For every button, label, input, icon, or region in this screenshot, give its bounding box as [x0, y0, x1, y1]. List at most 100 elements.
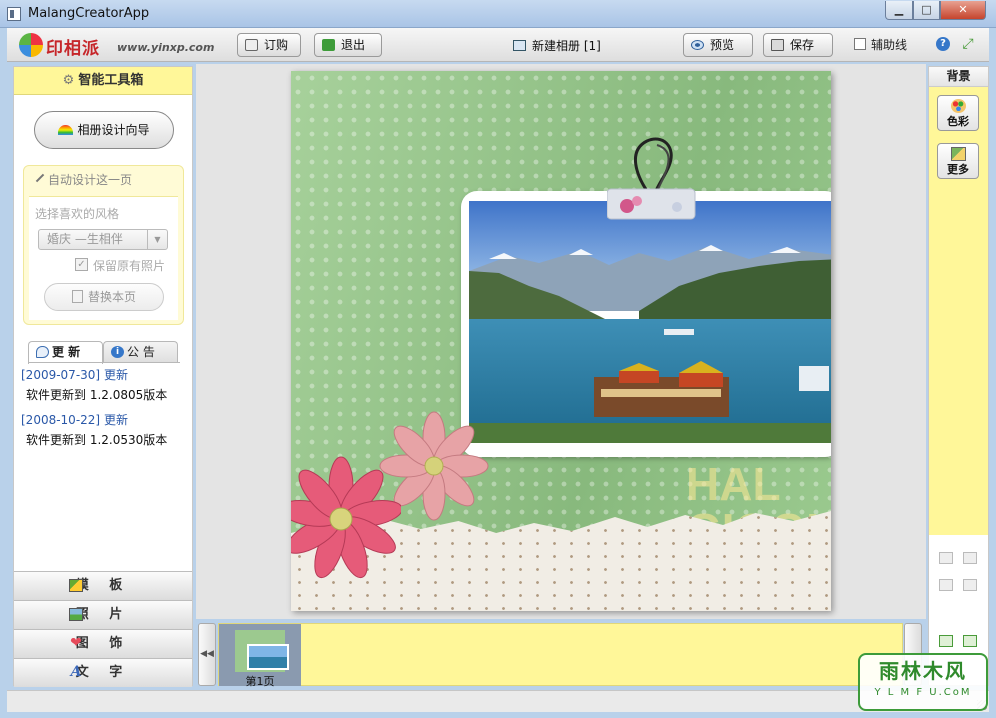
brand-url: www.yinxp.com	[117, 41, 215, 54]
page-thumbnail-label: 第1页	[245, 675, 275, 688]
background-more-label: 更多	[947, 163, 969, 176]
preview-button-label: 预览	[710, 38, 735, 52]
auto-design-title-text: 自动设计这一页	[48, 173, 133, 187]
maximize-button[interactable]: □	[913, 1, 940, 20]
news-text: 软件更新到 1.2.0805版本	[26, 388, 168, 402]
toolbox-header: ⚙ 智能工具箱	[14, 67, 192, 95]
replace-page-label: 替换本页	[87, 290, 136, 304]
save-button-label: 保存	[790, 38, 815, 52]
app-icon	[7, 7, 21, 21]
watermark-line-1: HAL	[686, 458, 781, 510]
nav-text-label: 文 字	[75, 665, 131, 680]
news-item[interactable]: [2009-07-30] 更新	[21, 365, 191, 385]
page-thumbnail-strip: 第1页	[218, 623, 903, 688]
document-icon	[71, 290, 83, 303]
layer-up-icon[interactable]	[939, 552, 953, 564]
logo-mark-icon	[19, 33, 43, 57]
order-button[interactable]: 订购	[237, 33, 301, 57]
design-wizard-label: 相册设计向导	[77, 123, 150, 137]
nav-photo[interactable]: 照 片	[14, 600, 192, 629]
tab-update-label: 更 新	[52, 345, 81, 359]
exit-icon	[322, 39, 335, 51]
design-workspace: HAL GIGGLES	[196, 64, 926, 619]
window-title: MalangCreatorApp	[28, 6, 150, 21]
album-title: 新建相册 [1]	[513, 37, 601, 54]
news-text: 软件更新到 1.2.0530版本	[26, 433, 168, 447]
binder-clip-decoration[interactable]	[607, 131, 697, 221]
rainbow-icon	[58, 125, 74, 135]
photo-icon	[69, 608, 83, 621]
news-tag[interactable]: 更新	[104, 413, 128, 427]
style-select-value: 婚庆 —生相伴	[47, 232, 123, 246]
red-flower-large-decoration[interactable]	[291, 451, 401, 581]
design-wizard-button[interactable]: 相册设计向导	[34, 111, 174, 149]
news-date[interactable]: [2008-10-22]	[21, 413, 100, 427]
auto-design-body: 选择喜欢的风格 婚庆 —生相伴 ▼ ✓ 保留原有照片 替换本页	[29, 196, 178, 320]
tab-notice-label: 公 告	[127, 345, 155, 359]
image-icon	[951, 147, 966, 161]
nav-decor-label: 图 饰	[75, 636, 131, 651]
add-page-icon[interactable]	[939, 635, 953, 647]
exit-button[interactable]: 退出	[314, 33, 382, 57]
corner-watermark-name: 雨林木风	[879, 659, 967, 683]
nav-template[interactable]: 模 板	[14, 571, 192, 600]
delete-page-icon[interactable]	[963, 635, 977, 647]
info-tabs: 更 新 i 公 告	[28, 341, 180, 364]
lake-photo-image	[469, 201, 831, 443]
copy-icon[interactable]	[963, 579, 977, 591]
save-icon	[771, 39, 784, 51]
background-color-label: 色彩	[947, 115, 969, 128]
eraser-icon[interactable]	[939, 579, 953, 591]
background-panel: 背景 色彩 更多	[928, 66, 989, 686]
toolbox-panel: ⚙ 智能工具箱 相册设计向导 自动设计这一页 选择喜欢的风格 婚庆 —生相伴 ▼ …	[13, 66, 193, 687]
tab-update[interactable]: 更 新	[28, 341, 103, 364]
background-more-button[interactable]: 更多	[937, 143, 979, 179]
status-bar	[7, 690, 989, 712]
brand-logo[interactable]: 印相派	[19, 32, 119, 59]
news-list: [2009-07-30] 更新 软件更新到 1.2.0805版本 [2008-1…	[21, 365, 191, 455]
photo-frame[interactable]	[461, 191, 831, 457]
strip-scroll-left-button[interactable]: ◀◀	[198, 623, 216, 686]
corner-watermark-logo: 雨林木风 Y L M F U.CoM	[858, 653, 988, 711]
tab-divider	[28, 362, 180, 363]
album-page[interactable]: HAL GIGGLES	[291, 71, 831, 611]
layer-down-icon[interactable]	[963, 552, 977, 564]
background-color-button[interactable]: 色彩	[937, 95, 979, 131]
album-book-icon	[513, 40, 526, 51]
main-toolbar: 印相派 www.yinxp.com 订购 退出 新建相册 [1] 预览 保存 辅…	[7, 28, 989, 62]
palette-icon	[951, 99, 966, 113]
page-thumbnail[interactable]: 第1页	[219, 624, 301, 688]
guides-checkbox[interactable]	[854, 38, 866, 50]
corner-watermark-url: Y L M F U.CoM	[874, 687, 972, 698]
gear-icon: ⚙	[62, 73, 75, 88]
nav-text[interactable]: A 文 字	[14, 658, 192, 687]
heart-icon: ❤	[70, 635, 82, 651]
nav-photo-label: 照 片	[75, 607, 131, 622]
style-select[interactable]: 婚庆 —生相伴 ▼	[38, 229, 168, 250]
save-button[interactable]: 保存	[763, 33, 833, 57]
auto-design-title: 自动设计这一页	[24, 166, 183, 194]
category-nav: 模 板 照 片 ❤ 图 饰 A 文 字	[14, 571, 192, 687]
nav-template-label: 模 板	[75, 578, 131, 593]
replace-page-button[interactable]: 替换本页	[44, 283, 164, 311]
tab-notice[interactable]: i 公 告	[103, 341, 178, 363]
preview-button[interactable]: 预览	[683, 33, 753, 57]
order-button-label: 订购	[264, 38, 289, 52]
guides-label: 辅助线	[871, 38, 908, 52]
close-button[interactable]: ✕	[940, 1, 986, 20]
lake-photo[interactable]	[469, 201, 831, 443]
help-icon[interactable]: ?	[936, 37, 950, 51]
toolbox-title: 智能工具箱	[78, 73, 144, 88]
info-icon: i	[111, 346, 124, 358]
eye-icon	[691, 40, 704, 50]
news-tag[interactable]: 更新	[104, 368, 128, 382]
background-panel-body: 色彩 更多	[929, 87, 988, 535]
minimize-button[interactable]: ▁	[885, 1, 913, 20]
news-item[interactable]: [2008-10-22] 更新	[21, 410, 191, 430]
page-thumbnail-image	[235, 630, 289, 672]
auto-design-box: 自动设计这一页 选择喜欢的风格 婚庆 —生相伴 ▼ ✓ 保留原有照片 替换本页	[23, 165, 184, 325]
news-date[interactable]: [2009-07-30]	[21, 368, 100, 382]
nav-decor[interactable]: ❤ 图 饰	[14, 629, 192, 658]
expand-icon[interactable]: ⤢	[959, 35, 977, 53]
keep-photos-checkbox[interactable]: ✓	[75, 258, 88, 271]
